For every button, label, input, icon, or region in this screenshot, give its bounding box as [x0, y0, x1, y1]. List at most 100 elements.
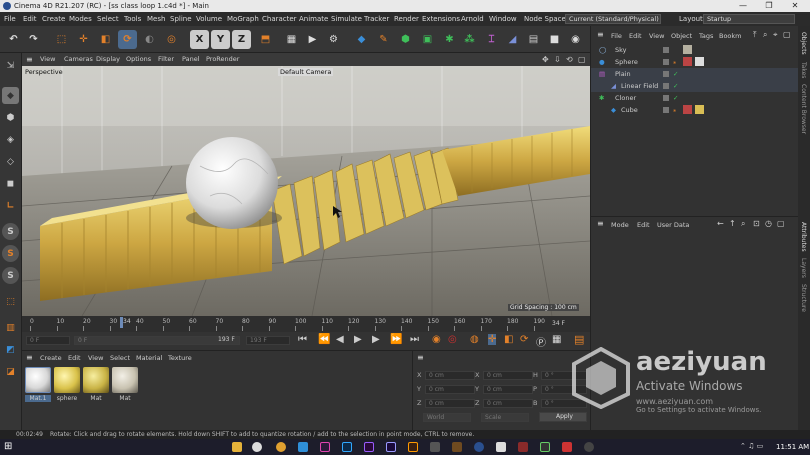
- media-player-icon[interactable]: [562, 442, 572, 452]
- vscode-icon[interactable]: [298, 442, 308, 452]
- deformer-icon[interactable]: ⌶: [482, 30, 501, 49]
- object-new-window-icon[interactable]: ▢: [783, 30, 791, 39]
- object-menu-bookmarks[interactable]: Bookm: [719, 32, 742, 40]
- visibility-toggle[interactable]: [663, 47, 669, 53]
- object-menu-edit[interactable]: Edit: [629, 32, 642, 40]
- object-menu-object[interactable]: Object: [671, 32, 692, 40]
- menu-window[interactable]: Window: [489, 12, 517, 26]
- forward-arrow-icon[interactable]: ↑: [729, 219, 736, 228]
- render-settings-icon[interactable]: ⚙: [324, 30, 343, 49]
- transform-tool-icon[interactable]: ◐: [140, 30, 159, 49]
- object-row-sphere[interactable]: ● Sphere ⁎: [591, 56, 799, 68]
- object-row-cloner[interactable]: ✱ Cloner ✓: [591, 92, 799, 104]
- material-tag-icon[interactable]: [695, 57, 704, 66]
- chrome-icon[interactable]: [252, 442, 262, 452]
- object-search-icon[interactable]: ⌕: [763, 30, 767, 40]
- timeline-ruler[interactable]: 0 10 20 30 40 50 60 70 80 90 100 110 120 130 140 150 160…: [22, 316, 590, 332]
- pen-spline-icon[interactable]: ✎: [374, 30, 393, 49]
- prev-frame-icon[interactable]: ◀: [336, 334, 344, 345]
- menu-render[interactable]: Render: [394, 12, 419, 26]
- material-swatch[interactable]: [54, 367, 80, 393]
- field-icon[interactable]: ◢: [503, 30, 522, 49]
- coord-h-field[interactable]: 0 °: [541, 371, 587, 380]
- menu-file[interactable]: File: [4, 12, 16, 26]
- coord-x-field[interactable]: 0 cm: [425, 371, 475, 380]
- polygons-mode-icon[interactable]: ◼: [2, 175, 19, 192]
- visibility-toggle[interactable]: [663, 59, 669, 65]
- goto-end-icon[interactable]: ⏭: [410, 334, 419, 345]
- cloner-icon[interactable]: ✱: [440, 30, 459, 49]
- viewport-layout-icon[interactable]: ≡: [26, 53, 33, 66]
- max-frame-field[interactable]: 193 F: [218, 336, 235, 343]
- subdivision-surface-icon[interactable]: ⬢: [396, 30, 415, 49]
- coord-b-field[interactable]: 0 °: [541, 399, 587, 408]
- visibility-toggle[interactable]: [663, 107, 669, 113]
- material-menu-select[interactable]: Select: [110, 354, 130, 362]
- object-menu-icon[interactable]: ≡: [597, 30, 604, 39]
- attribute-menu-mode[interactable]: Mode: [611, 221, 629, 229]
- viewport-menu-view[interactable]: View: [40, 53, 55, 66]
- material-menu-texture[interactable]: Texture: [168, 354, 192, 362]
- floor-icon[interactable]: ▤: [524, 30, 543, 49]
- coord-scale-select[interactable]: Scale: [481, 413, 529, 422]
- key-position-icon[interactable]: ✛: [488, 334, 497, 345]
- material-swatch[interactable]: [112, 367, 138, 393]
- illustrator-icon[interactable]: [408, 442, 418, 452]
- texture-mode-icon[interactable]: ⬢: [2, 109, 19, 126]
- phong-tag-icon[interactable]: ⁎: [673, 104, 676, 116]
- node-space-select[interactable]: Current (Standard/Physical): [565, 14, 661, 24]
- keyframe-selection-icon[interactable]: ◍: [470, 334, 479, 345]
- coordinate-system-icon[interactable]: ⬒: [256, 30, 275, 49]
- windows-start-icon[interactable]: ⊞: [4, 441, 12, 452]
- key-parameter-icon[interactable]: Ⓟ: [536, 334, 546, 349]
- material-swatch[interactable]: [25, 367, 51, 393]
- autokey-icon[interactable]: ◎: [448, 334, 457, 345]
- media-encoder-icon[interactable]: [452, 442, 462, 452]
- camera-icon[interactable]: ■: [545, 30, 564, 49]
- 3d-viewport[interactable]: Perspective Default Camera Grid Spacing …: [22, 66, 590, 316]
- undo-icon[interactable]: ↶: [4, 30, 23, 49]
- material-menu-create[interactable]: Create: [40, 354, 62, 362]
- key-scale-icon[interactable]: ◧: [504, 334, 513, 345]
- system-tray-icon[interactable]: ⌃ ♫ ▭: [740, 442, 763, 450]
- enabled-check-icon[interactable]: ✓: [673, 80, 678, 92]
- material-menu-edit[interactable]: Edit: [68, 354, 81, 362]
- timeline-settings-icon[interactable]: ▤: [574, 333, 584, 346]
- cinema4d-taskbar-icon[interactable]: [474, 442, 484, 452]
- visibility-toggle[interactable]: [663, 83, 669, 89]
- play-icon[interactable]: ▶: [354, 334, 362, 345]
- coord-z-field[interactable]: 0 cm: [425, 399, 475, 408]
- layout-select[interactable]: Startup: [703, 14, 795, 24]
- menu-mesh[interactable]: Mesh: [147, 12, 165, 26]
- menu-spline[interactable]: Spline: [170, 12, 192, 26]
- mograph-icon[interactable]: ⁂: [460, 30, 479, 49]
- object-row-cube[interactable]: ◆ Cube ⁎: [591, 104, 799, 116]
- attribute-menu-user-data[interactable]: User Data: [657, 221, 689, 229]
- attribute-search-icon[interactable]: ⌕: [741, 219, 745, 229]
- axis-mode-icon[interactable]: ∟: [2, 197, 19, 214]
- end-frame-field[interactable]: 193 F: [246, 336, 290, 345]
- menu-character[interactable]: Character: [262, 12, 297, 26]
- start-frame-field[interactable]: 0 F: [26, 336, 70, 345]
- menu-edit[interactable]: Edit: [23, 12, 37, 26]
- back-arrow-icon[interactable]: ←: [717, 219, 724, 228]
- x-axis-lock-button[interactable]: X: [190, 30, 209, 49]
- coord-size-y-field[interactable]: 0 cm: [483, 385, 533, 394]
- object-menu-tags[interactable]: Tags: [699, 32, 713, 40]
- file-explorer-icon[interactable]: [232, 442, 242, 452]
- light-icon[interactable]: ◉: [566, 30, 585, 49]
- unity-icon[interactable]: [496, 442, 506, 452]
- tab-content-browser[interactable]: Content Browser: [800, 84, 807, 134]
- unreal-icon[interactable]: [518, 442, 528, 452]
- prev-key-icon[interactable]: ⏪: [318, 334, 330, 345]
- model-mode-icon[interactable]: ◆: [2, 87, 19, 104]
- menu-tools[interactable]: Tools: [124, 12, 141, 26]
- viewport-menu-display[interactable]: Display: [96, 53, 120, 66]
- viewport-rotate-icon[interactable]: ⟲: [566, 53, 573, 66]
- workplane-icon[interactable]: ⬚: [2, 293, 19, 310]
- goto-start-icon[interactable]: ⏮: [298, 334, 307, 345]
- minimize-button[interactable]: —: [730, 0, 756, 12]
- extrude-icon[interactable]: ▣: [418, 30, 437, 49]
- viewport-menu-panel[interactable]: Panel: [182, 53, 200, 66]
- coord-y-field[interactable]: 0 cm: [425, 385, 475, 394]
